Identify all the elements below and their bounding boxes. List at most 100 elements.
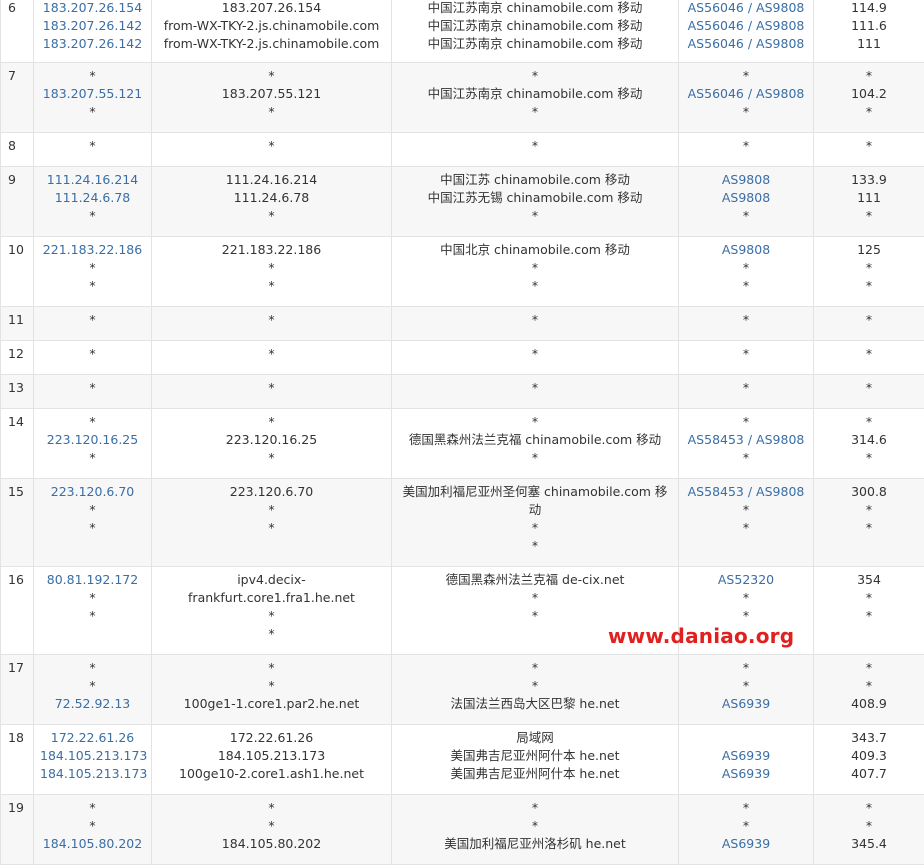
asn-value: * (685, 345, 807, 363)
asn-value: * (685, 137, 807, 155)
hostname-cell: *183.207.55.121* (152, 63, 392, 133)
ip-link[interactable]: 221.183.22.186 (40, 241, 145, 259)
rtt-cell: 114.9111.6111 (814, 0, 924, 63)
ip-link[interactable]: 184.105.213.173 (40, 765, 145, 783)
hostname-value: 223.120.16.25 (158, 431, 385, 449)
rtt-value: * (820, 379, 918, 397)
location-value: 美国弗吉尼亚州阿什本 he.net (398, 765, 672, 783)
ip-link[interactable]: 184.105.213.173 (40, 747, 145, 765)
asn-link[interactable]: AS9808 (756, 484, 804, 499)
hop-number: 9 (1, 167, 34, 237)
traceroute-table-body: 6183.207.26.154183.207.26.142183.207.26.… (1, 0, 924, 865)
ip-cell: * (34, 307, 152, 341)
rtt-value: 111.6 (820, 17, 918, 35)
hostname-value: 183.207.26.154 (158, 0, 385, 17)
location-value: * (398, 607, 672, 625)
location-value: * (398, 259, 672, 277)
rtt-value: * (820, 589, 918, 607)
ip-link[interactable]: 223.120.6.70 (40, 483, 145, 501)
asn-line: AS56046 / AS9808 (685, 0, 807, 17)
location-value: * (398, 817, 672, 835)
rtt-cell: 354** (814, 567, 924, 655)
asn-cell: AS9808** (679, 237, 814, 307)
ip-link[interactable]: 183.207.26.154 (40, 0, 145, 17)
asn-link[interactable]: AS6939 (685, 747, 807, 765)
asn-link[interactable]: AS56046 (688, 18, 744, 33)
location-cell: * (392, 375, 679, 409)
asn-link[interactable]: AS6939 (685, 695, 807, 713)
asn-link[interactable]: AS58453 (688, 484, 744, 499)
rtt-value: 133.9 (820, 171, 918, 189)
hostname-value: * (158, 659, 385, 677)
rtt-value: 300.8 (820, 483, 918, 501)
hostname-value: * (158, 413, 385, 431)
location-value: 中国江苏无锡 chinamobile.com 移动 (398, 189, 672, 207)
asn-link[interactable]: AS58453 (688, 432, 744, 447)
rtt-value: * (820, 345, 918, 363)
ip-link[interactable]: 223.120.16.25 (40, 431, 145, 449)
asn-link[interactable]: AS6939 (685, 835, 807, 853)
hostname-value: * (158, 277, 385, 295)
rtt-value: * (820, 103, 918, 121)
ip-link[interactable]: 111.24.6.78 (40, 189, 145, 207)
ip-value: * (40, 659, 145, 677)
asn-link[interactable]: AS9808 (685, 189, 807, 207)
asn-link[interactable]: AS9808 (756, 0, 804, 15)
rtt-value: 343.7 (820, 729, 918, 747)
asn-link[interactable]: AS56046 (688, 86, 744, 101)
ip-value: * (40, 449, 145, 467)
asn-link[interactable]: AS9808 (756, 432, 804, 447)
hop-row: 10221.183.22.186**221.183.22.186**中国北京 c… (1, 237, 924, 307)
asn-link[interactable]: AS9808 (756, 36, 804, 51)
asn-value: * (685, 817, 807, 835)
asn-link[interactable]: AS56046 (688, 0, 744, 15)
ip-link[interactable]: 183.207.55.121 (40, 85, 145, 103)
rtt-cell: **345.4 (814, 795, 924, 865)
hostname-cell: ipv4.decix-frankfurt.core1.fra1.he.net** (152, 567, 392, 655)
asn-cell: *AS56046 / AS9808* (679, 63, 814, 133)
hostname-value: 184.105.80.202 (158, 835, 385, 853)
rtt-value: 314.6 (820, 431, 918, 449)
hop-row: 15223.120.6.70**223.120.6.70**美国加利福尼亚州圣何… (1, 479, 924, 567)
asn-link[interactable]: AS9808 (756, 18, 804, 33)
asn-value: * (685, 677, 807, 695)
ip-link[interactable]: 111.24.16.214 (40, 171, 145, 189)
ip-value: * (40, 137, 145, 155)
location-cell: **美国加利福尼亚州洛杉矶 he.net (392, 795, 679, 865)
asn-link[interactable]: AS9808 (756, 86, 804, 101)
rtt-value: 114.9 (820, 0, 918, 17)
ip-cell: 172.22.61.26184.105.213.173184.105.213.1… (34, 725, 152, 795)
hostname-value: 184.105.213.173 (158, 747, 385, 765)
hostname-cell: **184.105.80.202 (152, 795, 392, 865)
asn-value: * (685, 799, 807, 817)
ip-value: * (40, 345, 145, 363)
rtt-value: * (820, 259, 918, 277)
asn-link[interactable]: AS9808 (685, 241, 807, 259)
asn-link[interactable]: AS52320 (685, 571, 807, 589)
ip-link[interactable]: 72.52.92.13 (40, 695, 145, 713)
hostname-value: * (158, 379, 385, 397)
rtt-value: * (820, 413, 918, 431)
ip-link[interactable]: 80.81.192.172 (40, 571, 145, 589)
rtt-value: * (820, 519, 918, 537)
ip-link[interactable]: 172.22.61.26 (40, 729, 145, 747)
asn-line: AS56046 / AS9808 (685, 85, 807, 103)
rtt-value: * (820, 449, 918, 467)
asn-cell: * (679, 307, 814, 341)
asn-link[interactable]: AS6939 (685, 765, 807, 783)
location-value: 美国加利福尼亚州圣何塞 chinamobile.com 移动 (398, 483, 672, 519)
asn-link[interactable]: AS9808 (685, 171, 807, 189)
rtt-value: 409.3 (820, 747, 918, 765)
asn-cell: *AS58453 / AS9808* (679, 409, 814, 479)
asn-cell: AS58453 / AS9808** (679, 479, 814, 567)
ip-link[interactable]: 183.207.26.142 (40, 35, 145, 53)
rtt-value: 111 (820, 35, 918, 53)
ip-link[interactable]: 183.207.26.142 (40, 17, 145, 35)
asn-value: * (685, 659, 807, 677)
location-value: * (398, 103, 672, 121)
asn-link[interactable]: AS56046 (688, 36, 744, 51)
location-value: * (398, 137, 672, 155)
location-cell: *中国江苏南京 chinamobile.com 移动* (392, 63, 679, 133)
location-value: 中国江苏南京 chinamobile.com 移动 (398, 0, 672, 17)
ip-link[interactable]: 184.105.80.202 (40, 835, 145, 853)
